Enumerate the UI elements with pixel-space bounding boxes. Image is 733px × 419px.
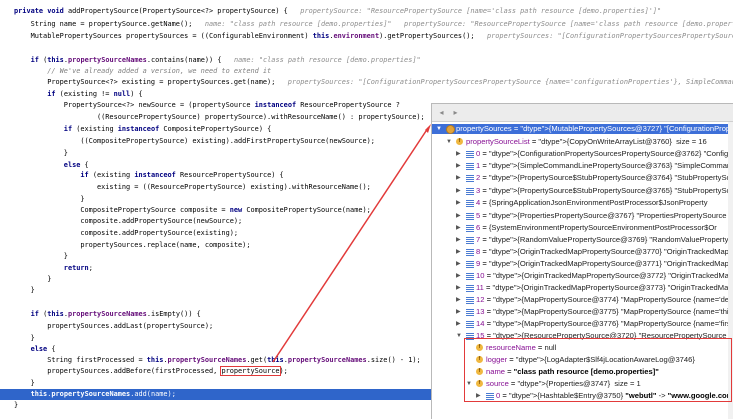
list-item-icon: [466, 212, 474, 220]
variable-row[interactable]: ▶ 11 = "dtype">{OriginTrackedMapPropertyS…: [432, 283, 733, 293]
expand-right-icon[interactable]: ▶: [456, 295, 461, 305]
variable-row[interactable]: ▶ 6 = {SystemEnvironmentPropertySourceEnv…: [432, 223, 733, 233]
variable-row[interactable]: ▶ 3 = "dtype">{PropertySource$StubPropert…: [432, 186, 733, 196]
forward-icon[interactable]: ▸: [451, 108, 460, 117]
variable-label: 7 = "dtype">{RandomValuePropertySource@3…: [476, 235, 733, 244]
list-item-icon: [466, 320, 474, 328]
variable-label: 11 = "dtype">{OriginTrackedMapPropertySo…: [476, 283, 733, 292]
variable-label: 12 = "dtype">{MapPropertySource@3774} "M…: [476, 295, 733, 304]
variable-row[interactable]: ▶ 5 = "dtype">{PropertiesPropertySource@3…: [432, 211, 733, 221]
variable-label: propertySources = "dtype">{MutableProper…: [456, 124, 733, 133]
variable-label: propertySourceList = "dtype">{CopyOnWrit…: [466, 137, 707, 146]
variable-label: 3 = "dtype">{PropertySource$StubProperty…: [476, 186, 733, 195]
list-item-icon: [466, 150, 474, 158]
variable-row[interactable]: ▶ 7 = "dtype">{RandomValuePropertySource@…: [432, 235, 733, 245]
debugger-toolbar: ◂ ▸: [432, 104, 733, 122]
list-item-icon: [466, 236, 474, 244]
variable-label: 6 = {SystemEnvironmentPropertySourceEnvi…: [476, 223, 717, 232]
variable-label: 8 = "dtype">{OriginTrackedMapPropertySou…: [476, 247, 733, 256]
variable-row[interactable]: ▶ 8 = "dtype">{OriginTrackedMapPropertySo…: [432, 247, 733, 257]
variable-row[interactable]: ▶ 9 = "dtype">{OriginTrackedMapPropertySo…: [432, 259, 733, 269]
expand-right-icon[interactable]: ▶: [456, 235, 461, 245]
variable-row[interactable]: ▶ 4 = {SpringApplicationJsonEnvironmentPo…: [432, 198, 733, 208]
expand-right-icon[interactable]: ▶: [456, 186, 461, 196]
expand-right-icon[interactable]: ▶: [456, 283, 461, 293]
variable-row[interactable]: ▶ 10 = "dtype">{OriginTrackedMapPropertyS…: [432, 271, 733, 281]
variable-row[interactable]: ▶ 14 = "dtype">{MapPropertySource@3776} "…: [432, 319, 733, 329]
variable-label: 2 = "dtype">{PropertySource$StubProperty…: [476, 173, 733, 182]
field-icon: f: [456, 138, 463, 146]
variable-row[interactable]: ▼ propertySources = "dtype">{MutablePrope…: [432, 124, 733, 135]
expand-right-icon[interactable]: ▶: [456, 198, 461, 208]
variable-label: 9 = "dtype">{OriginTrackedMapPropertySou…: [476, 259, 733, 268]
variable-row[interactable]: ▶ 0 = "dtype">{ConfigurationPropertySourc…: [432, 149, 733, 159]
expand-down-icon[interactable]: ▼: [456, 331, 462, 341]
expand-down-icon[interactable]: ▼: [436, 124, 442, 134]
variable-label: 14 = "dtype">{MapPropertySource@3776} "M…: [476, 319, 733, 328]
variable-label: 5 = "dtype">{PropertiesPropertySource@37…: [476, 211, 733, 220]
list-item-icon: [466, 187, 474, 195]
expand-right-icon[interactable]: ▶: [456, 271, 461, 281]
object-icon: [446, 125, 455, 135]
variable-row[interactable]: ▶ 1 = "dtype">{SimpleCommandLinePropertyS…: [432, 161, 733, 171]
variable-row[interactable]: ▶ 2 = "dtype">{PropertySource$StubPropert…: [432, 173, 733, 183]
expand-right-icon[interactable]: ▶: [456, 223, 461, 233]
expand-right-icon[interactable]: ▶: [456, 319, 461, 329]
list-item-icon: [466, 162, 474, 170]
list-item-icon: [466, 308, 474, 316]
variable-label: 1 = "dtype">{SimpleCommandLinePropertySo…: [476, 161, 733, 170]
highlight-box: [464, 338, 732, 402]
expand-right-icon[interactable]: ▶: [456, 161, 461, 171]
list-item-icon: [466, 199, 474, 207]
expand-right-icon[interactable]: ▶: [456, 149, 461, 159]
expand-right-icon[interactable]: ▶: [456, 173, 461, 183]
expand-right-icon[interactable]: ▶: [456, 259, 461, 269]
list-item-icon: [466, 284, 474, 292]
variable-row[interactable]: ▼ f propertySourceList = "dtype">{CopyOnWr…: [432, 137, 733, 147]
expand-right-icon[interactable]: ▶: [456, 247, 461, 257]
variable-label: 13 = "dtype">{MapPropertySource@3775} "M…: [476, 307, 733, 316]
list-item-icon: [466, 260, 474, 268]
list-item-icon: [466, 224, 474, 232]
back-icon[interactable]: ◂: [437, 108, 446, 117]
expand-down-icon[interactable]: ▼: [446, 137, 452, 147]
list-item-icon: [466, 174, 474, 182]
list-item-icon: [466, 296, 474, 304]
variable-row[interactable]: ▶ 13 = "dtype">{MapPropertySource@3775} "…: [432, 307, 733, 317]
variable-label: 4 = {SpringApplicationJsonEnvironmentPos…: [476, 198, 708, 207]
list-item-icon: [466, 272, 474, 280]
list-item-icon: [466, 248, 474, 256]
variable-label: 10 = "dtype">{OriginTrackedMapPropertySo…: [476, 271, 733, 280]
expand-right-icon[interactable]: ▶: [456, 211, 461, 221]
expand-right-icon[interactable]: ▶: [456, 307, 461, 317]
variable-row[interactable]: ▶ 12 = "dtype">{MapPropertySource@3774} "…: [432, 295, 733, 305]
variable-label: 0 = "dtype">{ConfigurationPropertySource…: [476, 149, 733, 158]
